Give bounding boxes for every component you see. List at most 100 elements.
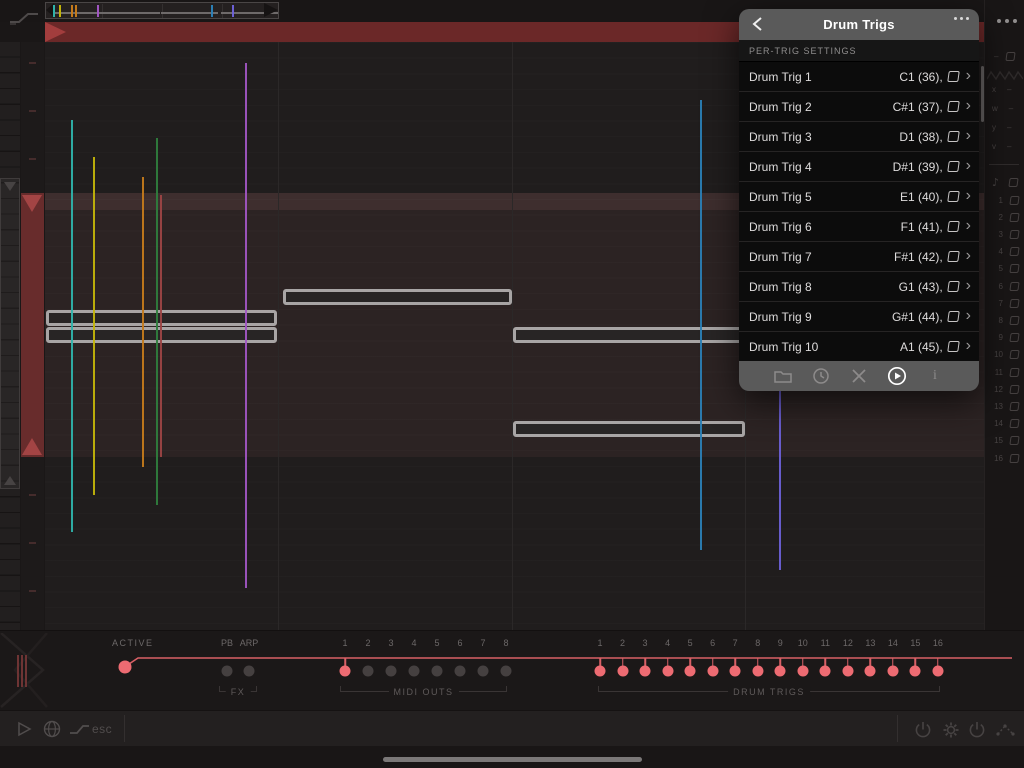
drum-range-handle-top[interactable]: [22, 195, 42, 212]
drum-dot-3[interactable]: [640, 666, 651, 677]
play-circle-icon[interactable]: [887, 366, 907, 386]
drum-dot-11[interactable]: [820, 666, 831, 677]
lane-checkbox[interactable]: [1009, 282, 1019, 291]
drum-dot-15[interactable]: [910, 666, 921, 677]
drum-trig-row-2[interactable]: Drum Trig 2C#1 (37),›: [739, 92, 979, 122]
lane-checkbox[interactable]: [1009, 419, 1019, 428]
range-handle-top[interactable]: [4, 182, 16, 191]
sidebar-note-row[interactable]: ♪: [985, 174, 1024, 190]
drum-dot-6[interactable]: [707, 666, 718, 677]
piano-keys-strip[interactable]: [0, 42, 20, 630]
sidebar-trig-3[interactable]: 3: [985, 226, 1024, 242]
slew-ramp-icon-small[interactable]: [69, 724, 91, 736]
drum-dot-5[interactable]: [685, 666, 696, 677]
drum-trig-row-9[interactable]: Drum Trig 9G#1 (44),›: [739, 302, 979, 332]
range-handle-bottom[interactable]: [4, 476, 16, 485]
horizontal-scrollbar[interactable]: [383, 757, 642, 762]
lane-checkbox[interactable]: [1009, 213, 1019, 222]
sidebar-lane-x[interactable]: x–: [985, 81, 1024, 97]
lane-checkbox[interactable]: [1009, 368, 1019, 377]
play-outline-icon[interactable]: [16, 721, 32, 737]
drum-trig-row-8[interactable]: Drum Trig 8G1 (43),›: [739, 272, 979, 302]
sidebar-trig-1[interactable]: 1: [985, 192, 1024, 208]
history-icon[interactable]: [811, 366, 831, 386]
sidebar-trig-11[interactable]: 11: [985, 364, 1024, 380]
drum-trig-row-1[interactable]: Drum Trig 1C1 (36),›: [739, 62, 979, 92]
close-icon[interactable]: [849, 366, 869, 386]
sidebar-trig-15[interactable]: 15: [985, 433, 1024, 449]
globe-icon[interactable]: [43, 720, 61, 738]
lane-checkbox[interactable]: [1009, 333, 1019, 342]
drum-trig-row-6[interactable]: Drum Trig 6F1 (41),›: [739, 212, 979, 242]
sidebar-trig-16[interactable]: 16: [985, 450, 1024, 466]
sidebar-trig-9[interactable]: 9: [985, 330, 1024, 346]
lane-checkbox[interactable]: [1009, 247, 1019, 256]
drum-trig-row-3[interactable]: Drum Trig 3D1 (38),›: [739, 122, 979, 152]
lane-checkbox[interactable]: [1009, 316, 1019, 325]
drum-dot-14[interactable]: [887, 666, 898, 677]
lane-checkbox[interactable]: [1009, 264, 1019, 273]
drum-dot-2[interactable]: [617, 666, 628, 677]
vertical-scrollbar-thumb[interactable]: [981, 66, 984, 122]
playhead-marker[interactable]: [45, 22, 66, 42]
esc-button[interactable]: esc: [92, 722, 112, 736]
lane-checkbox[interactable]: [1006, 52, 1016, 61]
sidebar-trig-5[interactable]: 5: [985, 261, 1024, 277]
sidebar-trig-10[interactable]: 10: [985, 347, 1024, 363]
midi-dot-7[interactable]: [478, 666, 489, 677]
drum-trig-range[interactable]: [21, 193, 44, 457]
arp-dot[interactable]: [244, 666, 255, 677]
gear-icon[interactable]: [941, 720, 961, 740]
lane-checkbox[interactable]: [1009, 402, 1019, 411]
sidebar-lane-w[interactable]: w–: [985, 100, 1024, 116]
lane-checkbox[interactable]: [1009, 299, 1019, 308]
info-icon[interactable]: i: [925, 366, 945, 386]
drum-dot-8[interactable]: [752, 666, 763, 677]
midi-dot-8[interactable]: [501, 666, 512, 677]
midi-dot-1[interactable]: [340, 666, 351, 677]
sidebar-trig-7[interactable]: 7: [985, 295, 1024, 311]
sidebar-trig-4[interactable]: 4: [985, 244, 1024, 260]
drum-trig-row-4[interactable]: Drum Trig 4D#1 (39),›: [739, 152, 979, 182]
vertical-loop-ruler[interactable]: [21, 42, 44, 630]
drum-dot-12[interactable]: [842, 666, 853, 677]
lane-checkbox[interactable]: [1009, 230, 1019, 239]
midi-dot-2[interactable]: [363, 666, 374, 677]
drum-dot-13[interactable]: [865, 666, 876, 677]
midi-dot-6[interactable]: [455, 666, 466, 677]
sidebar-trig-12[interactable]: 12: [985, 381, 1024, 397]
power-icon-1[interactable]: [913, 720, 933, 740]
lane-checkbox[interactable]: [1009, 436, 1019, 445]
sidebar-trig-8[interactable]: 8: [985, 312, 1024, 328]
sidebar-lane-v[interactable]: v–: [985, 138, 1024, 154]
sidebar-top-row[interactable]: –: [985, 48, 1024, 64]
pb-dot[interactable]: [222, 666, 233, 677]
drum-trig-row-7[interactable]: Drum Trig 7F#1 (42),›: [739, 242, 979, 272]
power-icon-2[interactable]: [967, 720, 987, 740]
keyboard-range-selector[interactable]: [0, 178, 20, 489]
lane-checkbox[interactable]: [1009, 454, 1019, 463]
drum-dot-1[interactable]: [595, 666, 606, 677]
lane-checkbox[interactable]: [1009, 196, 1019, 205]
drum-dot-10[interactable]: [797, 666, 808, 677]
lane-checkbox[interactable]: [1008, 178, 1018, 187]
lane-checkbox[interactable]: [1009, 350, 1019, 359]
folder-icon[interactable]: [773, 366, 793, 386]
slew-ramp-icon[interactable]: [8, 11, 42, 25]
sidebar-trig-2[interactable]: 2: [985, 209, 1024, 225]
drum-dot-16[interactable]: [932, 666, 943, 677]
timeline-minimap[interactable]: [45, 2, 279, 19]
scatter-icon[interactable]: [995, 723, 1017, 737]
minimap-right-handle[interactable]: [264, 3, 278, 17]
drum-range-handle-bottom[interactable]: [22, 438, 42, 455]
sidebar-trig-13[interactable]: 13: [985, 398, 1024, 414]
midi-dot-4[interactable]: [409, 666, 420, 677]
drum-dot-7[interactable]: [730, 666, 741, 677]
midi-note-3[interactable]: [283, 289, 512, 305]
sidebar-trig-14[interactable]: 14: [985, 416, 1024, 432]
sidebar-lane-y[interactable]: y–: [985, 119, 1024, 135]
sidebar-trig-6[interactable]: 6: [985, 278, 1024, 294]
panel-menu-button[interactable]: [954, 17, 969, 20]
midi-dot-5[interactable]: [432, 666, 443, 677]
midi-note-5[interactable]: [513, 421, 745, 437]
